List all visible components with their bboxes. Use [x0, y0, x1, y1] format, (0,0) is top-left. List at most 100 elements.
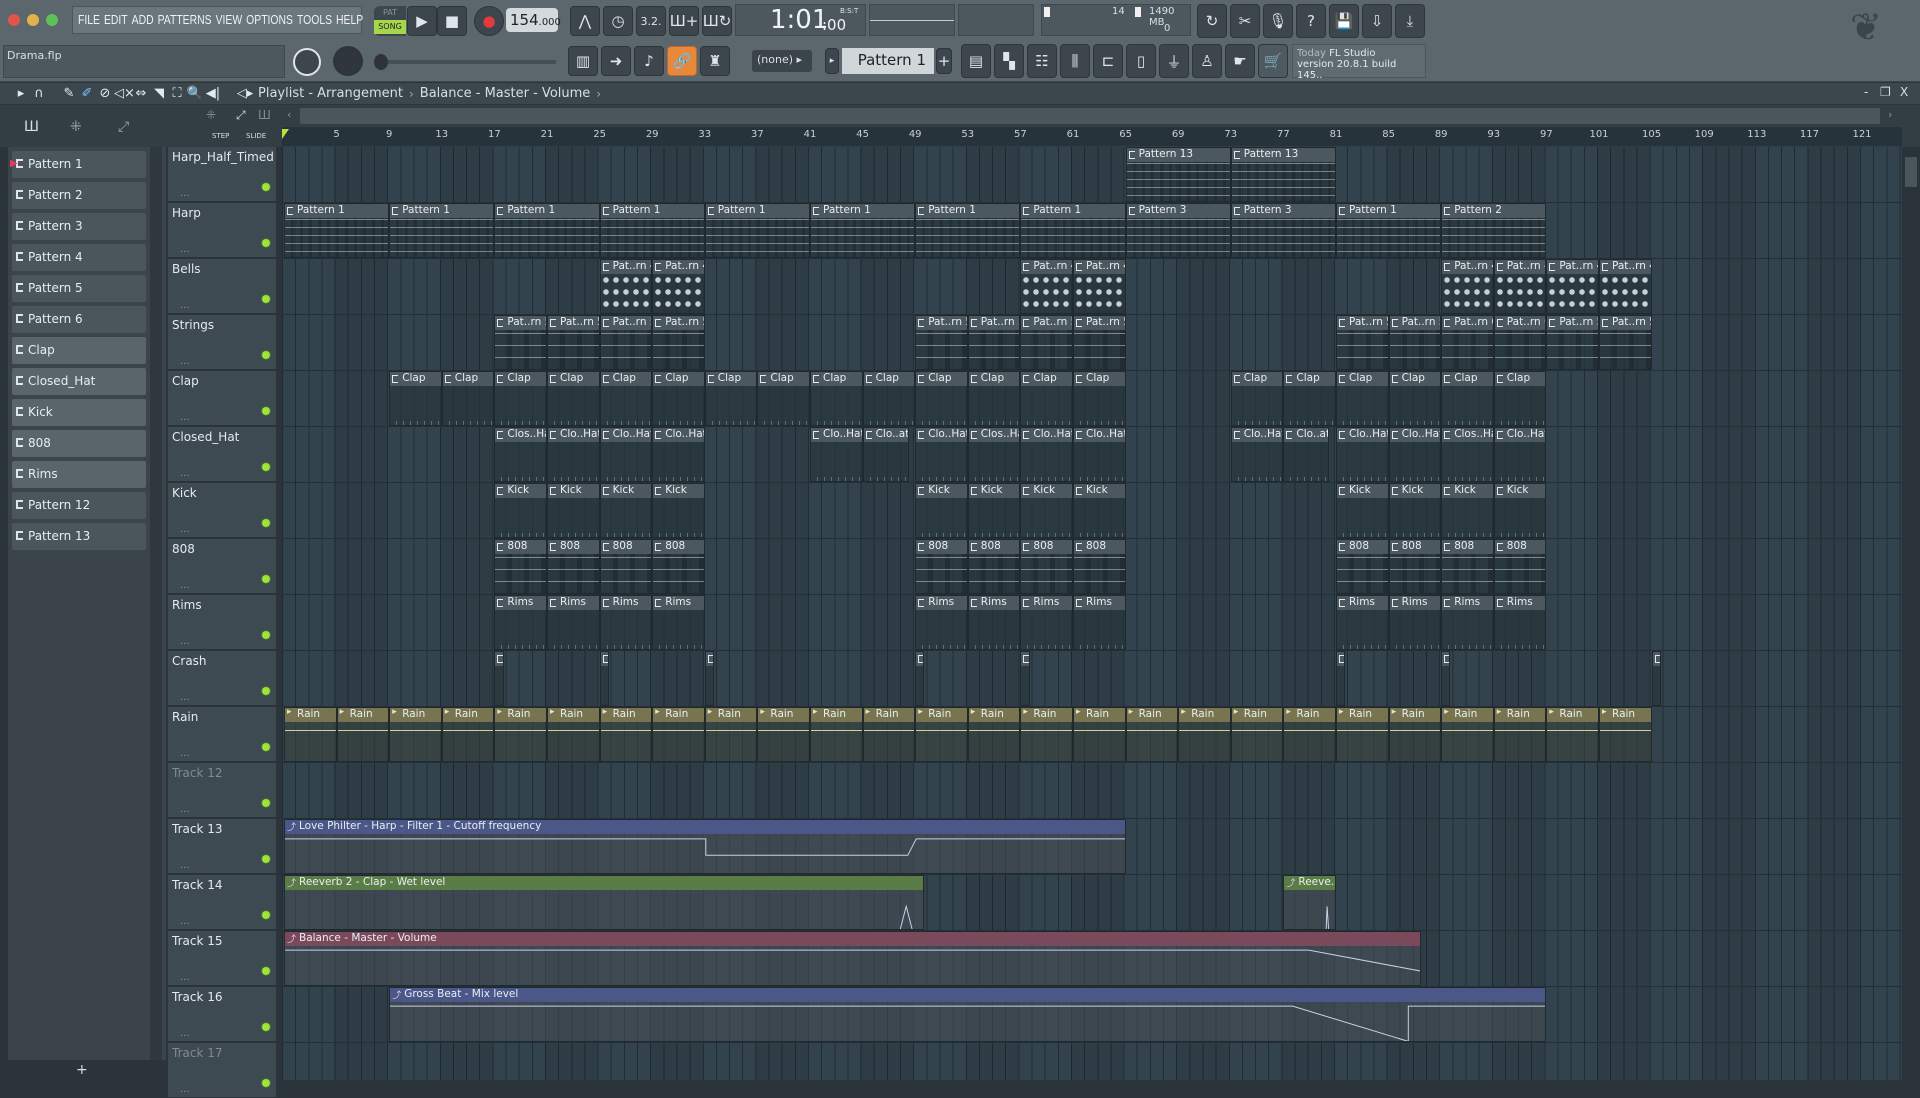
clip-header[interactable]: Clo..Hat [1021, 428, 1072, 442]
track-lane[interactable] [282, 651, 1902, 707]
pattern-item[interactable]: Pattern 6 [12, 306, 146, 333]
pattern-clip[interactable]: Pattern 1 [389, 203, 495, 258]
typing-keyboard-button[interactable]: ♜ [700, 46, 730, 76]
pattern-clip[interactable] [1336, 651, 1346, 706]
clip-header[interactable]: Clap [863, 372, 915, 386]
menu-add[interactable]: ADD [132, 12, 154, 27]
clip-header[interactable]: Clo..Hat [1231, 428, 1283, 442]
pattern-clip[interactable]: Rain [1441, 707, 1494, 762]
pattern-clip[interactable]: 808 [915, 539, 968, 594]
track-mute-led[interactable] [262, 1023, 270, 1031]
pattern-item[interactable]: Clap [12, 337, 146, 364]
pattern-clip[interactable]: Clo..Hat [1073, 427, 1126, 482]
clip-header[interactable]: 808 [495, 540, 546, 554]
pattern-clip[interactable]: Pattern 13 [1230, 147, 1336, 202]
pattern-item[interactable]: Kick [12, 399, 146, 426]
clip-header[interactable]: Clap [1021, 372, 1072, 386]
pattern-clip[interactable]: Rims [967, 595, 1021, 650]
clip-header[interactable]: Rims [1074, 596, 1125, 610]
track-lane[interactable]: Clos..Hat Clo..Hat Clo..Hat Clo..Hat Clo..Ha… [282, 427, 1902, 483]
pattern-clip[interactable]: Rims [599, 595, 653, 650]
clip-header[interactable]: Reeverb 2 - Clap - Wet level [285, 876, 924, 890]
track-header[interactable]: Track 17... [168, 1043, 276, 1098]
pattern-clip[interactable]: Pat..rn 4 [1493, 259, 1547, 314]
track-lane[interactable] [282, 1043, 1902, 1080]
pattern-clip[interactable]: Rims [915, 595, 968, 650]
track-lane[interactable]: Pat..rn 5 Pat..rn 5 Pat..rn 5 Pat..rn 5 Pat.… [282, 315, 1902, 371]
metronome-button[interactable]: ⋀ [570, 6, 600, 36]
track-options-icon[interactable]: ... [180, 188, 190, 199]
countdown-button[interactable]: 3.2. [636, 6, 666, 36]
export-button[interactable]: ⇩ [1362, 4, 1392, 38]
slide-button[interactable]: ♪ [634, 46, 664, 76]
slip-tool-icon[interactable]: ⇔ [132, 86, 150, 101]
playlist-vertical-scrollbar[interactable] [1902, 147, 1920, 1080]
pattern-clip[interactable]: Rain [1388, 707, 1442, 762]
clip-header[interactable]: Pattern 13 [1126, 148, 1230, 162]
clip-header[interactable]: Rain [811, 708, 862, 722]
clip-header[interactable]: Pattern 1 [1337, 204, 1441, 218]
clip-header[interactable]: Kick [495, 484, 546, 498]
clip-header[interactable]: Clo..Hat [811, 428, 862, 442]
clip-header[interactable]: Pat..rn 6 [1494, 316, 1546, 330]
track-header[interactable]: Track 16... [168, 987, 276, 1042]
clip-header[interactable]: Clap [548, 372, 599, 386]
pattern-clip[interactable]: Pat..rn 4 [1020, 259, 1073, 314]
track-header[interactable]: Track 12... [168, 763, 276, 818]
clip-header[interactable]: Rain [1021, 708, 1072, 722]
speaker-icon[interactable]: ◁▸ [236, 86, 254, 101]
clip-header[interactable]: 808 [1494, 540, 1546, 554]
shop-button[interactable]: 🛒 [1258, 44, 1288, 78]
pattern-clip[interactable]: Kick [967, 483, 1021, 538]
pattern-clip[interactable] [599, 651, 609, 706]
breadcrumb-current-clip[interactable]: Balance - Master - Volume [420, 86, 591, 101]
pattern-clip[interactable]: Pat..rn 5 [599, 315, 653, 370]
track-lane[interactable]: Pattern 13 Pattern 13 [282, 147, 1902, 203]
menu-options[interactable]: OPTIONS [246, 12, 293, 27]
playlist-grid[interactable]: Pattern 13 Pattern 13 Pattern 1 Pattern 1 Pa… [282, 147, 1902, 1080]
pattern-clip[interactable]: Clo..at [1283, 427, 1330, 482]
pattern-clip[interactable]: Pat..rn 4 [652, 259, 705, 314]
clip-header[interactable]: Clap [495, 372, 546, 386]
clip-header[interactable]: Rain [653, 708, 704, 722]
track-options-icon[interactable]: ... [180, 692, 190, 703]
pattern-clip[interactable]: Clo..Hat [1493, 427, 1547, 482]
tutorial-button[interactable]: ☛ [1225, 44, 1255, 78]
timeline-ruler[interactable]: 5 9 13 17 21 25 29 33 37 41 45 49 53 57 61 65 69 73 77 81 85… [282, 127, 1902, 146]
record-audio-button[interactable]: 🎙 [1263, 4, 1293, 38]
pattern-clip[interactable]: Rims [1388, 595, 1442, 650]
track-header[interactable]: Rims... [168, 595, 276, 650]
pattern-clip[interactable]: Rain [704, 707, 758, 762]
pattern-clip[interactable]: Pat..rn 5 [1599, 315, 1652, 370]
clip-header[interactable]: Clap [653, 372, 704, 386]
snap-selector[interactable]: (none) ▸ [752, 50, 812, 72]
automation-clips-icon[interactable]: ⤢ [118, 119, 129, 135]
clip-header[interactable]: Rain [495, 708, 546, 722]
pattern-clip[interactable]: Rain [441, 707, 495, 762]
channel-rack-button[interactable]: ☷ [1027, 44, 1057, 78]
pattern-clip[interactable]: Clos..Hat [494, 427, 547, 482]
track-header[interactable]: Bells... [168, 259, 276, 314]
pattern-clip[interactable]: Rims [1020, 595, 1073, 650]
track-options-icon[interactable]: ... [180, 300, 190, 311]
pattern-clip[interactable]: Clap [599, 371, 653, 426]
clip-header[interactable]: 808 [1021, 540, 1072, 554]
clip-header[interactable]: Pat..rn 5 [1337, 316, 1388, 330]
clip-header[interactable]: Rain [337, 708, 389, 722]
automation-clip[interactable]: Balance - Master - Volume [284, 931, 1422, 986]
track-mute-led[interactable] [262, 1079, 270, 1087]
pattern-clip[interactable]: Kick [547, 483, 600, 538]
scroll-thumb[interactable] [1905, 157, 1917, 187]
pattern-clip[interactable]: Pat..rn 4 [1441, 259, 1494, 314]
pattern-clip[interactable]: Rain [757, 707, 810, 762]
clip-header[interactable]: 808 [653, 540, 704, 554]
scroll-left-icon[interactable]: ‹ [287, 108, 291, 121]
pattern-panel-scrollbar[interactable] [150, 147, 162, 1060]
pattern-clip[interactable]: Clap [1388, 371, 1442, 426]
pattern-clip[interactable]: Rain [599, 707, 653, 762]
pattern-clip[interactable]: Clap [547, 371, 600, 426]
paint-tool-icon[interactable]: ✐ [78, 86, 96, 101]
track-options-icon[interactable]: ... [180, 1028, 190, 1039]
pattern-clip[interactable]: Rain [862, 707, 916, 762]
download-button[interactable]: ⤓ [1395, 4, 1425, 38]
